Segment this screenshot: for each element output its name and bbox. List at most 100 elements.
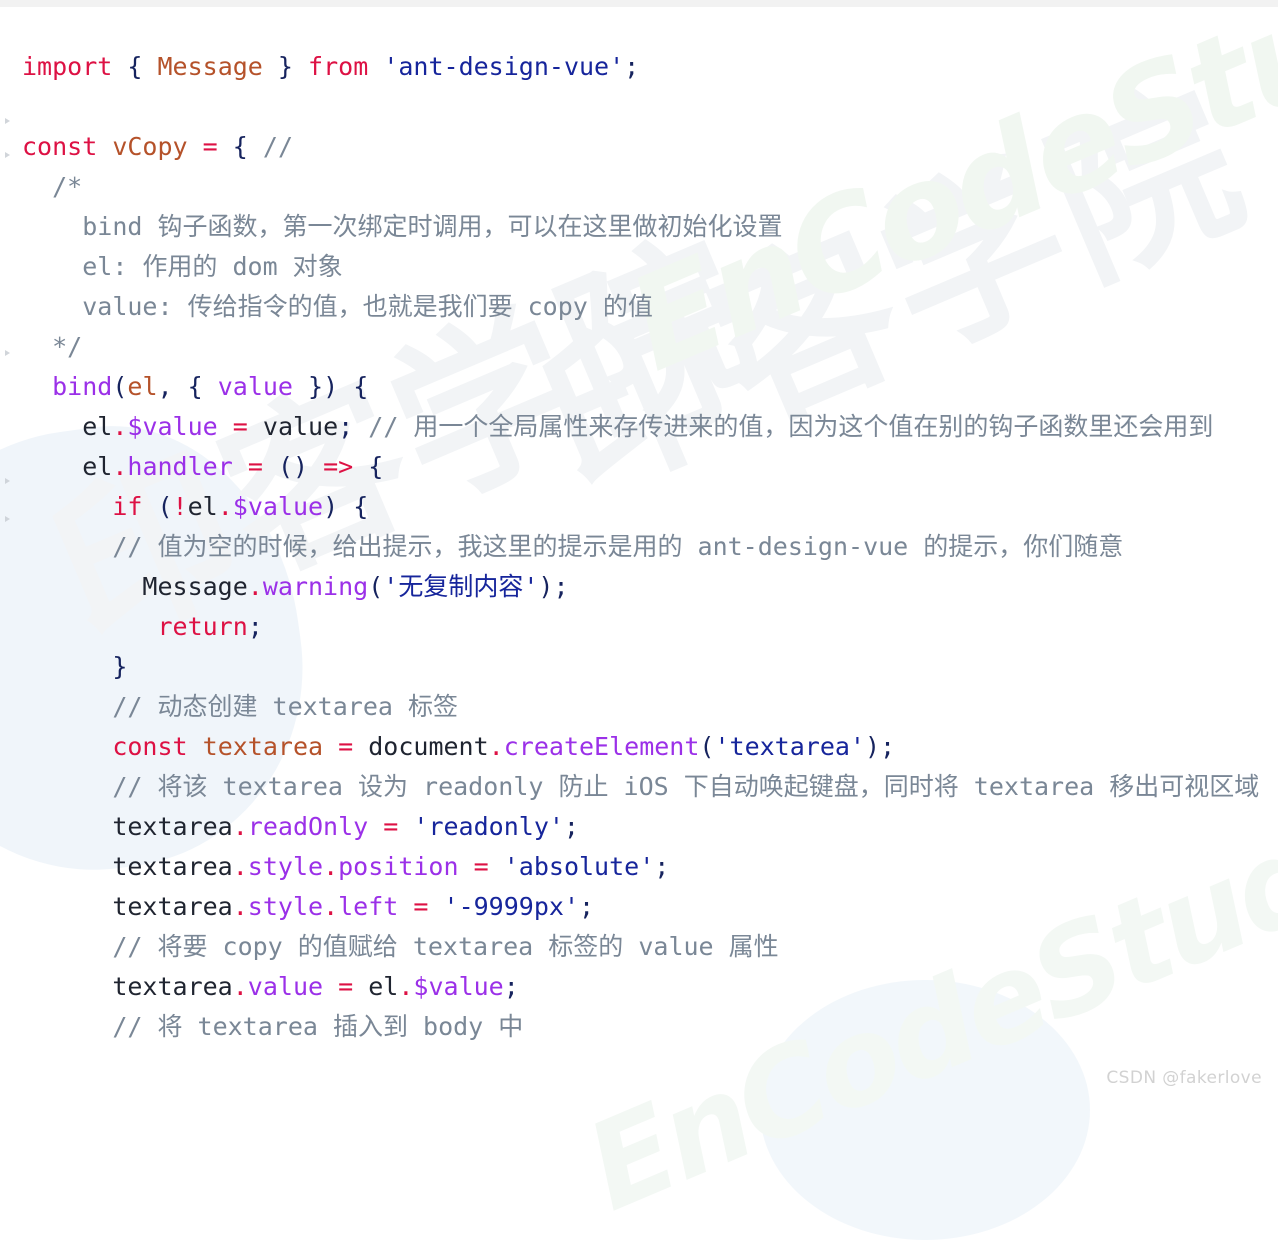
code-token: . — [488, 732, 504, 761]
code-line: bind 钩子函数，第一次绑定时调用，可以在这里做初始化设置 — [22, 207, 1268, 247]
code-token: $value — [127, 412, 218, 441]
code-token: . — [112, 412, 128, 441]
code-token: value — [247, 972, 324, 1001]
code-token: /* — [22, 172, 83, 201]
code-token: . — [232, 972, 248, 1001]
code-token: value — [262, 412, 339, 441]
code-token: if — [112, 492, 143, 521]
code-line: // 将 textarea 插入到 body 中 — [22, 1007, 1268, 1047]
code-token: '-9999px' — [443, 892, 579, 921]
code-token: el — [127, 372, 158, 401]
code-token: = — [232, 412, 248, 441]
code-token: $value — [232, 492, 324, 521]
code-line: el: 作用的 dom 对象 — [22, 247, 1268, 287]
code-token: handler — [127, 452, 233, 481]
code-token: } — [277, 52, 293, 81]
code-token: . — [232, 892, 248, 921]
code-token: el: 作用的 dom 对象 — [22, 252, 343, 281]
code-token: = — [338, 972, 354, 1001]
code-token: { — [353, 372, 369, 401]
code-block: import { Message } from 'ant-design-vue'… — [0, 25, 1278, 1047]
code-line: // 将该 textarea 设为 readonly 防止 iOS 下自动唤起键… — [22, 767, 1268, 807]
code-line: el.$value = value; // 用一个全局属性来存传进来的值，因为这… — [22, 407, 1268, 447]
code-line: */ — [22, 327, 1268, 367]
code-token: return — [157, 612, 248, 641]
code-token: el — [82, 412, 113, 441]
code-token: ) — [538, 572, 554, 601]
code-line: const textarea = document.createElement(… — [22, 727, 1268, 767]
code-token: ( — [142, 492, 173, 521]
code-token: style — [247, 852, 324, 881]
code-token: ; — [553, 572, 569, 601]
code-token: . — [323, 892, 339, 921]
code-token: => — [323, 452, 354, 481]
code-token: // 将该 textarea 设为 readonly 防止 iOS 下自动唤起键… — [22, 772, 1260, 801]
code-token: textarea — [112, 972, 233, 1001]
code-token: = — [202, 132, 218, 161]
code-token: $value — [413, 972, 504, 1001]
code-token: . — [217, 492, 233, 521]
code-token: = — [383, 812, 399, 841]
code-token: // — [262, 132, 294, 161]
code-token: { — [368, 452, 384, 481]
csdn-attribution: CSDN @fakerlove — [1106, 1068, 1262, 1088]
code-line: textarea.readOnly = 'readonly'; — [22, 807, 1268, 847]
code-token: . — [232, 812, 248, 841]
code-token: ; — [624, 52, 640, 81]
code-line: const vCopy = { // — [22, 127, 1268, 167]
code-line: el.handler = () => { — [22, 447, 1268, 487]
code-token: textarea — [112, 892, 233, 921]
code-token: Message — [157, 52, 263, 81]
code-token: left — [338, 892, 399, 921]
code-token: vCopy — [112, 132, 188, 161]
code-token: . — [323, 852, 339, 881]
code-token: // 动态创建 textarea 标签 — [22, 692, 458, 721]
code-token: Message — [142, 572, 248, 601]
code-token: ( — [699, 732, 715, 761]
code-token: el — [187, 492, 218, 521]
code-line: textarea.value = el.$value; — [22, 967, 1268, 1007]
code-token: 'readonly' — [413, 812, 564, 841]
code-token: value — [217, 372, 293, 401]
code-token: ; — [247, 612, 263, 641]
code-line: textarea.style.position = 'absolute'; — [22, 847, 1268, 887]
code-token: textarea — [112, 852, 233, 881]
code-token: // 用一个全局属性来存传进来的值，因为这个值在别的钩子函数里还会用到 — [353, 412, 1214, 441]
code-token: 'ant-design-vue' — [383, 52, 625, 81]
code-line: value: 传给指令的值，也就是我们要 copy 的值 — [22, 287, 1268, 327]
code-token: , — [157, 372, 188, 401]
code-token: { — [232, 132, 248, 161]
code-token: ( — [368, 572, 384, 601]
code-line: return; — [22, 607, 1268, 647]
code-token: { — [353, 492, 369, 521]
code-token: = — [247, 452, 263, 481]
code-token: ; — [880, 732, 896, 761]
code-line: // 动态创建 textarea 标签 — [22, 687, 1268, 727]
code-line: } — [22, 647, 1268, 687]
code-token: . — [232, 852, 248, 881]
code-line: // 值为空的时候，给出提示，我这里的提示是用的 ant-design-vue … — [22, 527, 1268, 567]
code-token: style — [247, 892, 324, 921]
top-divider-strip — [0, 0, 1278, 7]
code-token: ; — [503, 972, 519, 1001]
code-token: readOnly — [247, 812, 369, 841]
code-token: textarea — [202, 732, 324, 761]
